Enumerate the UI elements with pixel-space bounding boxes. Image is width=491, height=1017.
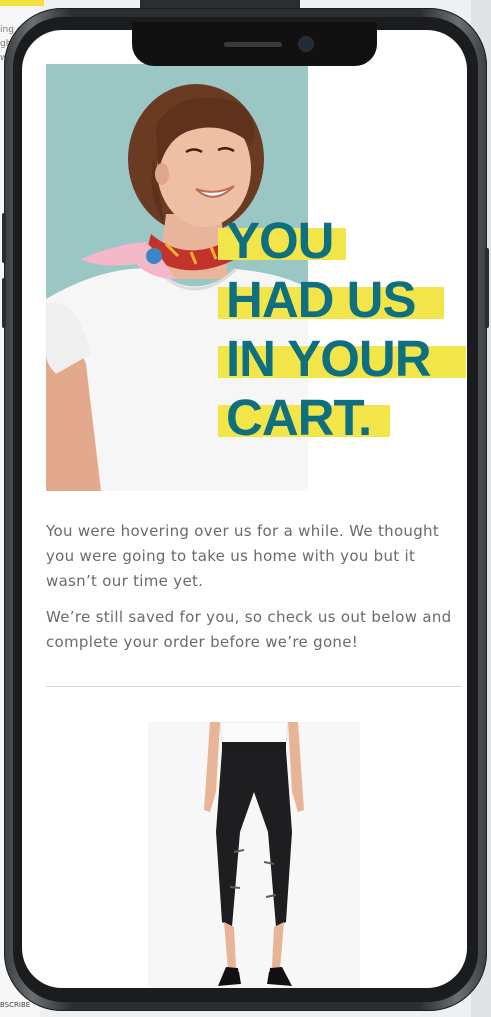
- headline: YOU HAD US IN YOUR CART.: [218, 212, 467, 448]
- jeans-illustration: [148, 722, 360, 988]
- phone-volume-up: [2, 213, 6, 263]
- headline-line-2: HAD US: [218, 271, 467, 329]
- section-divider: [46, 686, 462, 687]
- headline-line-3: IN YOUR: [218, 330, 467, 388]
- body-paragraph-2: We’re still saved for you, so check us o…: [46, 608, 452, 651]
- headline-text-1: YOU: [226, 212, 335, 269]
- phone-camera-icon: [300, 38, 312, 50]
- phone-power-button: [485, 248, 489, 328]
- phone-mockup: YOU HAD US IN YOUR CART. You were hoveri…: [2, 8, 489, 1011]
- phone-notch: [132, 22, 377, 66]
- background-subscribe-text: BSCRIBE: [0, 1001, 31, 1009]
- headline-line-1: YOU: [218, 212, 467, 270]
- background-accent: [0, 0, 44, 6]
- headline-text-2: HAD US: [226, 271, 417, 328]
- email-screen[interactable]: YOU HAD US IN YOUR CART. You were hoveri…: [22, 30, 467, 988]
- phone-volume-down: [2, 278, 6, 328]
- product-image[interactable]: [148, 722, 360, 988]
- headline-text-4: CART.: [226, 389, 372, 446]
- headline-text-3: IN YOUR: [226, 330, 432, 387]
- body-paragraph-1: You were hovering over us for a while. W…: [46, 522, 440, 590]
- phone-speaker: [224, 42, 282, 47]
- headline-line-4: CART.: [218, 389, 467, 447]
